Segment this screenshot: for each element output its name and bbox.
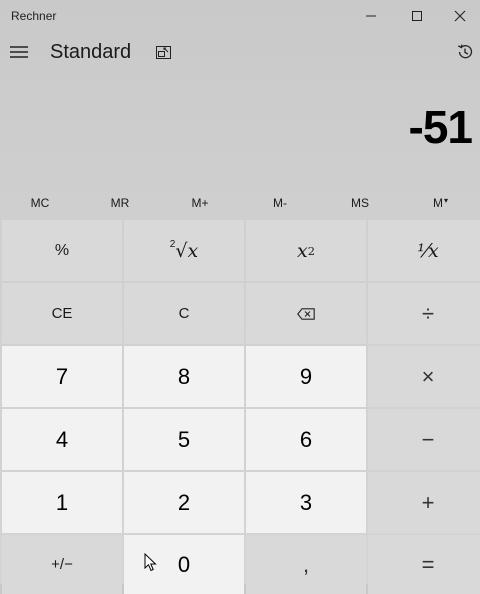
keypad: % 2 √ x x2 ⅟x CE C ÷ 7 8 9 × 4 5 6 − 1 2…: [0, 220, 480, 594]
add-button[interactable]: +: [368, 472, 480, 533]
calculator-mode-title: Standard: [50, 41, 132, 63]
root-sign-icon: √: [175, 239, 188, 262]
square-root-button[interactable]: 2 √ x: [124, 220, 244, 281]
reciprocal-button[interactable]: ⅟x: [368, 220, 480, 281]
maximize-icon: [412, 11, 422, 21]
history-button[interactable]: [450, 38, 480, 66]
percent-button[interactable]: %: [2, 220, 122, 281]
memory-recall-button[interactable]: MR: [80, 186, 160, 220]
digit-5-button[interactable]: 5: [124, 409, 244, 470]
digit-0-label: 0: [177, 551, 191, 577]
digit-6-button[interactable]: 6: [246, 409, 366, 470]
memory-store-button[interactable]: MS: [320, 186, 400, 220]
backspace-button[interactable]: [246, 283, 366, 344]
close-icon: [454, 10, 466, 22]
digit-4-button[interactable]: 4: [2, 409, 122, 470]
equals-button[interactable]: =: [368, 535, 480, 594]
result-display: -51: [408, 101, 473, 153]
close-button[interactable]: [440, 0, 480, 32]
clear-button[interactable]: C: [124, 283, 244, 344]
mouse-cursor-icon: [144, 553, 157, 572]
keep-on-top-icon: [155, 45, 171, 59]
title-bar: Rechner: [0, 0, 480, 32]
root-index-label: 2: [169, 239, 176, 250]
digit-9-button[interactable]: 9: [246, 346, 366, 407]
navigation-menu-button[interactable]: [4, 34, 34, 70]
maximize-button[interactable]: [394, 0, 440, 32]
square-x-label: x: [297, 239, 308, 262]
minimize-button[interactable]: [348, 0, 394, 32]
history-icon: [457, 44, 473, 59]
memory-add-button[interactable]: M+: [160, 186, 240, 220]
root-x-label: x: [187, 239, 199, 262]
hamburger-icon: [10, 46, 28, 58]
backspace-icon: [297, 307, 315, 320]
memory-view-label: M: [432, 196, 443, 210]
memory-view-button[interactable]: M ▾: [400, 186, 480, 220]
subtract-button[interactable]: −: [368, 409, 480, 470]
digit-0-button[interactable]: 0: [124, 535, 244, 594]
digit-7-button[interactable]: 7: [2, 346, 122, 407]
minimize-icon: [366, 15, 376, 17]
digit-2-button[interactable]: 2: [124, 472, 244, 533]
digit-1-button[interactable]: 1: [2, 472, 122, 533]
calculator-window: Rechner Standard -51 MC MR M+ M- MS M ▾ …: [0, 0, 480, 594]
square-exponent-label: 2: [307, 243, 315, 258]
keep-on-top-button[interactable]: [150, 39, 176, 65]
clear-entry-button[interactable]: CE: [2, 283, 122, 344]
memory-row: MC MR M+ M- MS M ▾: [0, 186, 480, 220]
multiply-button[interactable]: ×: [368, 346, 480, 407]
negate-button[interactable]: +/−: [2, 535, 122, 594]
chevron-down-icon: ▾: [443, 195, 448, 205]
divide-button[interactable]: ÷: [368, 283, 480, 344]
decimal-separator-button[interactable]: ,: [246, 535, 366, 594]
memory-clear-button[interactable]: MC: [0, 186, 80, 220]
square-button[interactable]: x2: [246, 220, 366, 281]
digit-3-button[interactable]: 3: [246, 472, 366, 533]
digit-8-button[interactable]: 8: [124, 346, 244, 407]
memory-subtract-button[interactable]: M-: [240, 186, 320, 220]
app-header: Standard: [0, 32, 480, 76]
window-title: Rechner: [11, 9, 57, 23]
